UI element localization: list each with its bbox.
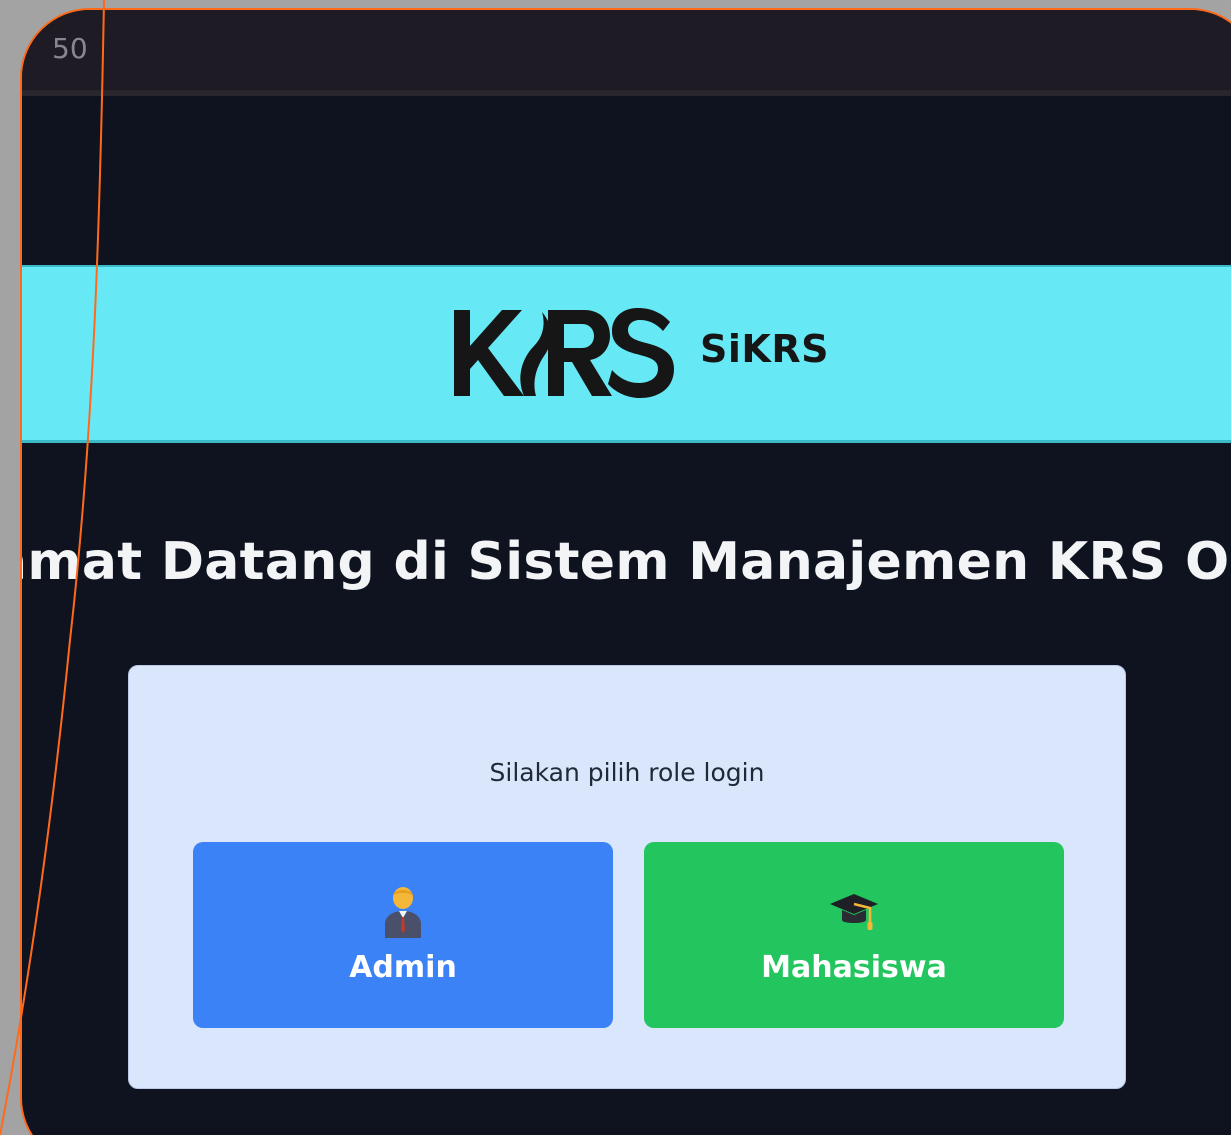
screen: 50 SiKRS amat Datang di Sistem Manajemen… — [0, 0, 1231, 1135]
app-name: SiKRS — [700, 327, 829, 371]
titlebar-text: 50 — [52, 32, 88, 65]
admin-person-icon — [385, 887, 421, 938]
login-card: Silakan pilih role login Admin Mahasiswa — [128, 665, 1126, 1089]
role-prompt: Silakan pilih role login — [489, 758, 765, 787]
window-titlebar: 50 — [22, 10, 1231, 96]
admin-label: Admin — [349, 950, 457, 985]
mahasiswa-login-button[interactable]: Mahasiswa — [644, 842, 1064, 1028]
app-window: 50 SiKRS amat Datang di Sistem Manajemen… — [20, 8, 1231, 1135]
brand-logo: SiKRS — [450, 300, 829, 404]
mahasiswa-label: Mahasiswa — [761, 950, 947, 985]
graduation-cap-icon — [830, 894, 878, 930]
welcome-heading: amat Datang di Sistem Manajemen KRS Onl — [20, 532, 1231, 592]
krs-logo-mark — [454, 308, 674, 398]
admin-login-button[interactable]: Admin — [193, 842, 613, 1028]
